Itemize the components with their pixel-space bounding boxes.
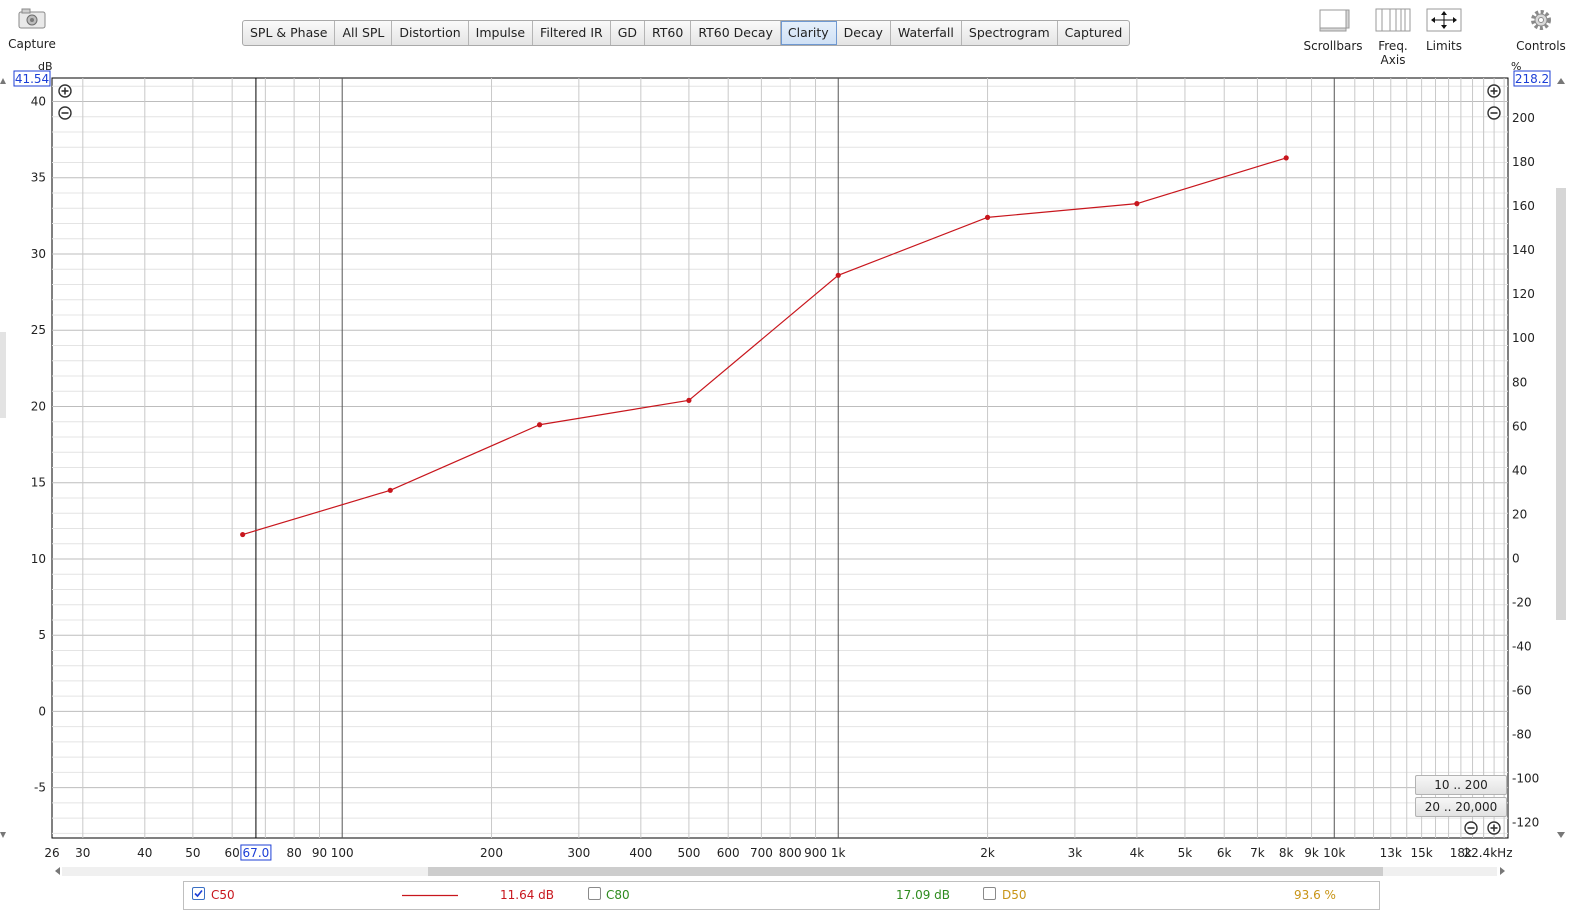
zoom-in-x-icon[interactable] [1487,821,1501,835]
y2-tick-label: 100 [1512,331,1535,345]
x-tick-label: 900 [804,846,827,860]
d50-label: D50 [1002,888,1027,902]
y2-tick-label: 180 [1512,155,1535,169]
x-tick-label: 90 [312,846,327,860]
scroll-right-arrow-icon [1500,867,1505,875]
c50-value: 11.64 dB [500,888,555,902]
y-tick-label: 35 [31,171,46,185]
y2-tick-label: -80 [1512,728,1532,742]
c50-label: C50 [211,888,235,902]
y2-tick-label: -40 [1512,639,1532,653]
c50-data-point [536,422,543,428]
left-v-scrollbar-thumb [0,332,6,418]
legend-bar: C50 11.64 dB C80 17.09 dB D50 93.6 % [183,881,1380,910]
x-tick-label: 13k [1380,846,1402,860]
x-tick-label: 6k [1217,846,1232,860]
h-scrollbar-thumb [428,867,1383,876]
x-tick-label: 2k [980,846,995,860]
x-tick-label: 7k [1250,846,1265,860]
cursor-value: 67.0 [243,846,270,860]
y-tick-label: 40 [31,94,46,108]
c50-checkbox[interactable] [192,887,205,900]
y2-tick-label: 0 [1512,551,1520,565]
y2-tick-label: 140 [1512,243,1535,257]
check-icon [194,889,203,898]
y2-tick-label: 160 [1512,199,1535,213]
x-tick-label: 300 [567,846,590,860]
y2-tick-label: 200 [1512,111,1535,125]
right-scroll-down-arrow-icon [1557,832,1565,838]
x-tick-label: 700 [750,846,773,860]
left-scroll-up-arrow-icon [0,78,6,84]
d50-value: 93.6 % [1294,888,1336,902]
c80-value: 17.09 dB [896,888,951,902]
y-tick-label: 15 [31,476,46,490]
d50-checkbox[interactable] [983,887,996,900]
zoom-out-x-icon[interactable] [1464,821,1478,835]
y-tick-label: 5 [38,628,46,642]
x-tick-label: 15k [1411,846,1433,860]
right-scroll-up-arrow-icon [1557,78,1565,84]
y2-tick-label: 20 [1512,507,1527,521]
range-20-20000-button[interactable]: 20 .. 20,000 [1415,797,1507,817]
x-tick-label: 400 [629,846,652,860]
x-tick-label: 80 [286,846,301,860]
y2-tick-label: -100 [1512,772,1539,786]
x-tick-label: 600 [717,846,740,860]
y-tick-label: 25 [31,323,46,337]
x-tick-label: 3k [1068,846,1083,860]
c50-data-point [835,272,841,278]
zoom-in-right-icon[interactable] [1487,84,1501,98]
y-tick-label: 10 [31,552,46,566]
x-tick-label: 800 [779,846,802,860]
right-v-scrollbar-thumb [1556,188,1566,620]
x-tick-label: 50 [185,846,200,860]
plot-area [51,77,1509,839]
zoom-in-left-icon[interactable] [58,84,72,98]
y2-tick-label: 120 [1512,287,1535,301]
x-tick-label: 4k [1130,846,1145,860]
x-tick-label: 40 [137,846,152,860]
c50-data-point [686,397,692,403]
y2-tick-label: 40 [1512,463,1527,477]
range-10-200-button[interactable]: 10 .. 200 [1415,775,1507,795]
c50-data-point [240,531,246,538]
y2-tick-label: 60 [1512,419,1527,433]
x-tick-label: 500 [677,846,700,860]
right-top-value: 218.2 [1515,72,1549,86]
x-tick-label: 10k [1323,846,1345,860]
x-tick-label: 30 [75,846,90,860]
left-scroll-down-arrow-icon [0,832,6,838]
x-tick-label: 100 [331,846,354,860]
x-tick-label: 1k [831,846,846,860]
x-tick-label: 8k [1279,846,1294,860]
y2-tick-label: -20 [1512,595,1532,609]
y2-tick-label: -60 [1512,683,1532,697]
c50-data-point [984,214,991,220]
zoom-out-left-icon[interactable] [58,106,72,120]
y-tick-label: 30 [31,247,46,261]
x-tick-label: 60 [225,846,240,860]
y-tick-label: -5 [34,781,46,795]
c50-data-point [1134,201,1140,207]
c50-data-point [1283,155,1289,161]
c80-label: C80 [606,888,630,902]
x-tick-label: 26 [44,846,59,860]
c50-data-point [387,487,393,493]
zoom-out-right-icon[interactable] [1487,106,1501,120]
y-tick-label: 0 [38,704,46,718]
x-tick-label: 5k [1178,846,1193,860]
left-top-value: 41.54 [15,72,49,86]
x-tick-label: 200 [480,846,503,860]
y-tick-label: 20 [31,399,46,413]
x-tick-label: 22.4kHz [1464,846,1513,860]
y2-tick-label: -120 [1512,816,1539,830]
c80-checkbox[interactable] [588,887,601,900]
c50-line-swatch [402,894,458,897]
x-tick-label: 9k [1304,846,1319,860]
scroll-left-arrow-icon [55,867,60,875]
clarity-chart[interactable]: 26 30 40 50 60 80 90 100 200 300 400 500 600 700 800 90… [0,0,1574,914]
y2-tick-label: 80 [1512,375,1527,389]
